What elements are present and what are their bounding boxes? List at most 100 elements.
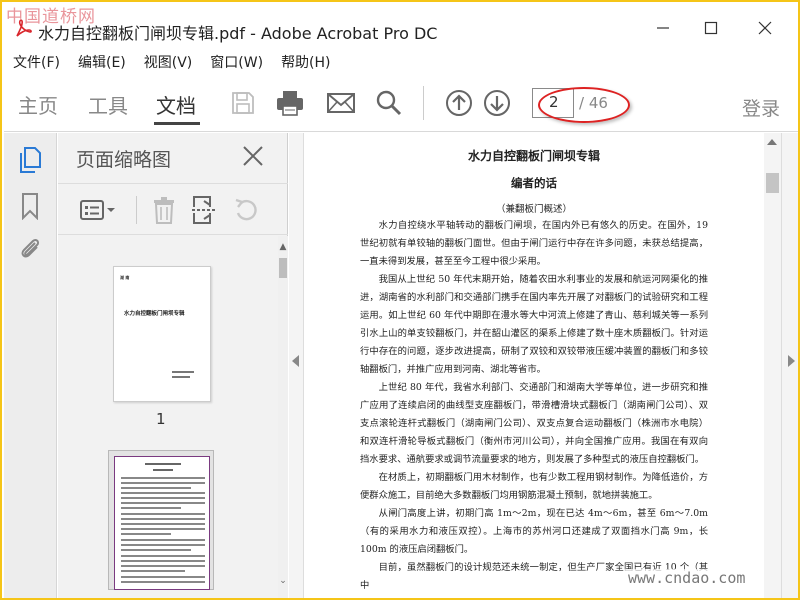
bookmark-icon	[22, 193, 38, 220]
thumbnail-text-line	[121, 507, 181, 509]
thumbnail-page-title: 水力自控翻板门闸坝专辑	[124, 311, 185, 317]
navigation-pane-strip	[4, 133, 57, 598]
maximize-button[interactable]	[688, 14, 734, 42]
document-view: 水力自控翻板门闸坝专辑 编者的话 （兼翻板门概述） 水力自控绕水平轴转动的翻板门…	[304, 133, 764, 598]
page-thumbnails-button[interactable]	[16, 145, 44, 175]
print-button[interactable]	[275, 88, 305, 118]
thumbnail-page-number: 1	[156, 410, 166, 428]
collapse-left-icon[interactable]	[292, 355, 299, 367]
thumbnail-logo-text: 湖 南	[120, 275, 130, 280]
menu-window[interactable]: 窗口(W)	[201, 50, 272, 74]
thumbnail-text-line	[172, 376, 190, 378]
rotate-icon	[235, 198, 257, 221]
minimize-button[interactable]	[640, 14, 686, 42]
close-icon	[243, 146, 263, 166]
document-section-label: （兼翻板门概述）	[495, 204, 572, 215]
thumbnail-page-1[interactable]: 湖 南 水力自控翻板门闸坝专辑	[113, 266, 211, 402]
thumbnail-toolbar-separator	[136, 196, 137, 224]
toolbar-separator	[423, 86, 424, 120]
toolbar: 主页 工具 文档 2 / 46 登录	[4, 74, 798, 132]
page-up-icon	[446, 90, 472, 116]
page-thumbnails-panel: 页面缩略图 湖 南 水力自控翻板门闸坝专辑 1 ▲ ⌄	[58, 133, 288, 598]
page-thumbnails-icon	[20, 147, 41, 173]
thumbnail-toolbar	[58, 183, 288, 235]
thumbnail-scrollbar[interactable]: ▲ ⌄	[278, 236, 288, 598]
thumbnail-text-line	[121, 513, 205, 515]
search-button[interactable]	[374, 88, 404, 118]
thumbnail-text-line	[121, 560, 205, 562]
extract-pages-button[interactable]	[188, 194, 220, 226]
thumbnail-options-icon	[80, 200, 115, 220]
document-subtitle: 编者的话	[511, 176, 557, 190]
paragraph: 水力自控绕水平轴转动的翻板门闸坝，在国内外已有悠久的历史。在国外，19 世纪初就…	[360, 220, 708, 267]
thumbnail-text-line	[121, 518, 205, 520]
menu-edit[interactable]: 编辑(E)	[69, 50, 135, 74]
scrollbar-thumb[interactable]	[279, 258, 287, 278]
thumbnail-text-line	[121, 549, 191, 551]
tab-home[interactable]: 主页	[18, 90, 58, 119]
thumbnail-text-line	[121, 533, 171, 535]
paragraph: 我国从上世纪 50 年代末期开始，随着农田水利事业的发展和航运河网渠化的推进，湖…	[360, 274, 708, 375]
thumbnail-text-line	[121, 570, 185, 572]
save-icon	[232, 92, 254, 114]
close-button[interactable]	[742, 14, 788, 42]
minimize-icon	[657, 27, 669, 29]
previous-page-button[interactable]	[444, 88, 474, 118]
document-scrollbar[interactable]	[764, 133, 781, 598]
tab-tools[interactable]: 工具	[88, 90, 128, 119]
paragraph: 从闸门高度上讲，初期门高 1m～2m，现在已达 4m～6m，甚至 6m～7.0m…	[360, 508, 708, 555]
thumbnail-text-line	[121, 487, 191, 489]
thumbnail-text-line	[121, 528, 205, 530]
thumbnail-list: 湖 南 水力自控翻板门闸坝专辑 1	[58, 236, 278, 598]
thumbnail-text-line	[145, 463, 181, 465]
thumbnail-page-2[interactable]	[114, 456, 210, 590]
thumbnail-text-line	[121, 502, 205, 504]
document-title: 水力自控翻板门闸坝专辑	[467, 149, 600, 163]
page-down-icon	[484, 90, 510, 116]
panel-close-button[interactable]	[238, 141, 268, 171]
email-button[interactable]	[326, 88, 356, 118]
scroll-down-arrow[interactable]: ⌄	[278, 576, 288, 586]
panel-title: 页面缩略图	[76, 149, 172, 171]
document-body: 水力自控绕水平轴转动的翻板门闸坝，在国内外已有悠久的历史。在国外，19 世纪初就…	[360, 217, 708, 595]
active-tab-indicator	[154, 122, 200, 125]
login-button[interactable]: 登录	[742, 94, 780, 121]
thumbnail-text-line	[121, 492, 205, 494]
scrollbar-thumb[interactable]	[766, 173, 779, 193]
scroll-up-arrow[interactable]: ▲	[278, 242, 288, 252]
thumbnail-text-line	[121, 581, 205, 583]
rotate-pages-button[interactable]	[230, 194, 262, 226]
expand-right-icon[interactable]	[788, 355, 795, 367]
acrobat-window: 水力自控翻板门闸坝专辑.pdf - Adobe Acrobat Pro DC 中…	[0, 0, 800, 600]
next-page-button[interactable]	[482, 88, 512, 118]
thumbnail-text-line	[121, 539, 205, 541]
print-icon	[277, 91, 303, 116]
attachment-icon	[21, 238, 40, 258]
paragraph: 在材质上，初期翻板门用木材制作，也有少数工程用钢材制作。为降低造价，方便群众施工…	[360, 472, 708, 501]
menu-view[interactable]: 视图(V)	[135, 50, 202, 74]
thumbnail-text-line	[121, 482, 205, 484]
thumbnail-options-button[interactable]	[78, 194, 118, 226]
thumbnail-text-line	[121, 565, 205, 567]
search-icon	[376, 90, 402, 116]
thumbnail-text-line	[121, 576, 205, 578]
save-button[interactable]	[228, 88, 258, 118]
bookmarks-button[interactable]	[16, 191, 44, 221]
title-bar: 水力自控翻板门闸坝专辑.pdf - Adobe Acrobat Pro DC	[4, 4, 798, 50]
thumbnail-text-line	[121, 555, 205, 557]
paragraph: 上世纪 80 年代，我省水利部门、交通部门和湖南大学等单位，进一步研究和推广应用…	[360, 382, 708, 465]
delete-icon	[154, 197, 174, 224]
right-pane-splitter[interactable]	[781, 133, 798, 598]
left-pane-splitter[interactable]	[289, 133, 304, 598]
thumbnail-text-line	[172, 371, 194, 373]
tab-document[interactable]: 文档	[156, 90, 196, 119]
thumbnail-text-line	[153, 469, 173, 471]
menu-file[interactable]: 文件(F)	[4, 50, 69, 74]
attachments-button[interactable]	[16, 233, 44, 263]
thumbnail-text-line	[121, 497, 205, 499]
delete-pages-button[interactable]	[148, 194, 180, 226]
maximize-icon	[704, 21, 718, 35]
email-icon	[327, 93, 355, 113]
menu-help[interactable]: 帮助(H)	[272, 50, 339, 74]
scroll-up-arrow[interactable]	[767, 139, 777, 145]
